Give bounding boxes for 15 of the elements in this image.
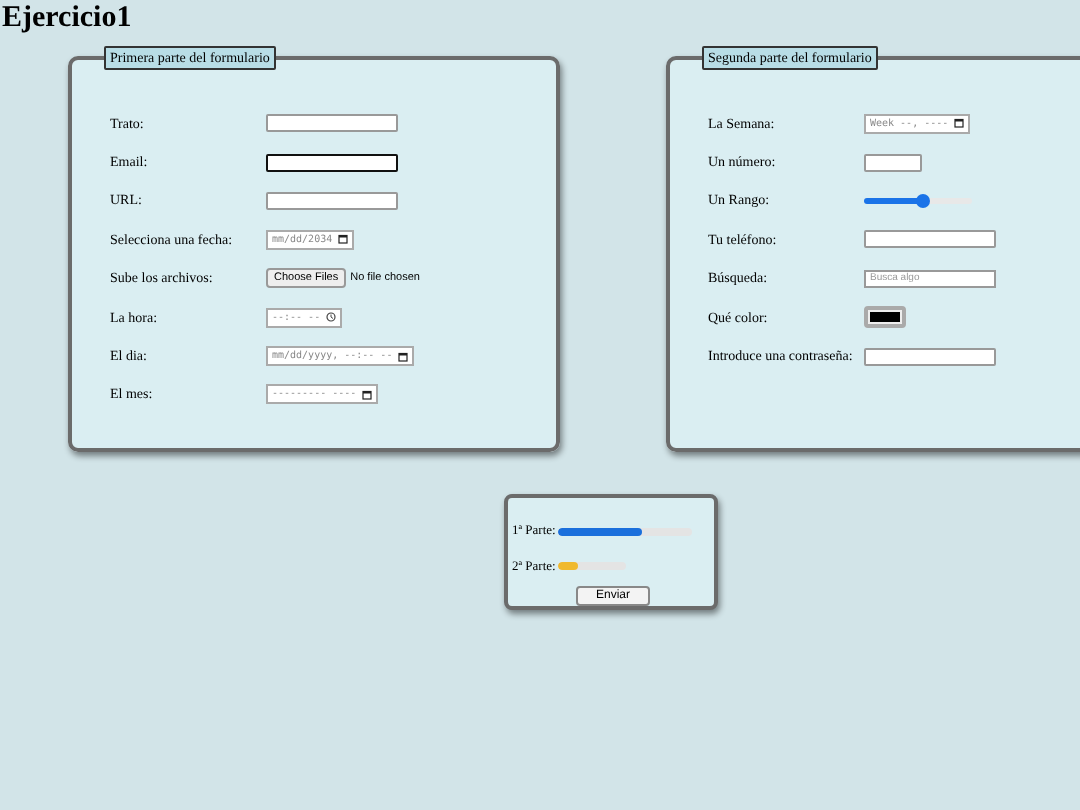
slider-thumb[interactable] bbox=[916, 193, 931, 208]
input-field[interactable] bbox=[266, 114, 398, 133]
input-field[interactable] bbox=[864, 347, 996, 366]
calendar-icon bbox=[338, 234, 349, 245]
input-field[interactable] bbox=[266, 153, 398, 172]
calendar-icon bbox=[362, 389, 373, 400]
calendar-icon bbox=[954, 118, 965, 129]
input-field[interactable] bbox=[864, 230, 996, 249]
page-title: Ejercicio1 bbox=[0, 2, 132, 36]
input-field[interactable] bbox=[266, 191, 398, 210]
calendar-icon bbox=[398, 351, 409, 362]
input-field[interactable] bbox=[864, 153, 922, 172]
range-slider[interactable] bbox=[864, 197, 972, 204]
color-picker[interactable] bbox=[864, 306, 906, 329]
clock-icon bbox=[326, 312, 337, 323]
